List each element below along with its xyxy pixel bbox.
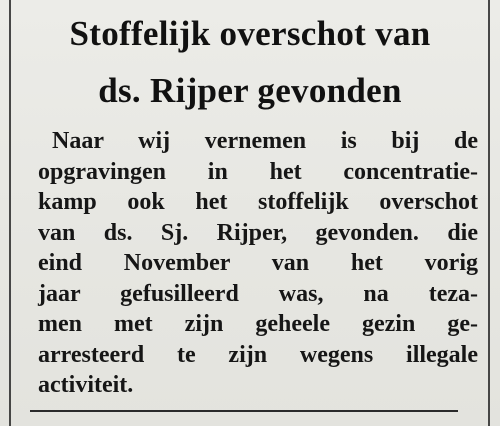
body-line: Naar wij vernemen is bij de — [52, 128, 478, 154]
bottom-rule — [30, 410, 458, 412]
body-line: arresteerd te zijn wegens illegale — [38, 341, 478, 368]
newspaper-clipping: Stoffelijk overschot van ds. Rijper gevo… — [0, 0, 500, 426]
body-line: van ds. Sj. Rijper, gevonden. die — [38, 219, 478, 246]
headline-line-2: ds. Rijper gevonden — [98, 71, 402, 110]
column-rule-right — [488, 0, 490, 426]
headline-line-1: Stoffelijk overschot van — [69, 14, 431, 53]
body-line: jaar gefusilleerd was, na teza- — [38, 280, 478, 307]
article-body: Naar wij vernemen is bij de opgravingen … — [38, 126, 478, 401]
column-rule-left — [9, 0, 11, 426]
body-line: men met zijn geheele gezin ge- — [38, 311, 478, 337]
body-line: eind November van het vorig — [38, 250, 478, 276]
body-line: opgravingen in het concentratie- — [38, 158, 478, 185]
body-line: kamp ook het stoffelijk overschot — [38, 189, 478, 215]
body-line: activiteit. — [38, 372, 134, 398]
